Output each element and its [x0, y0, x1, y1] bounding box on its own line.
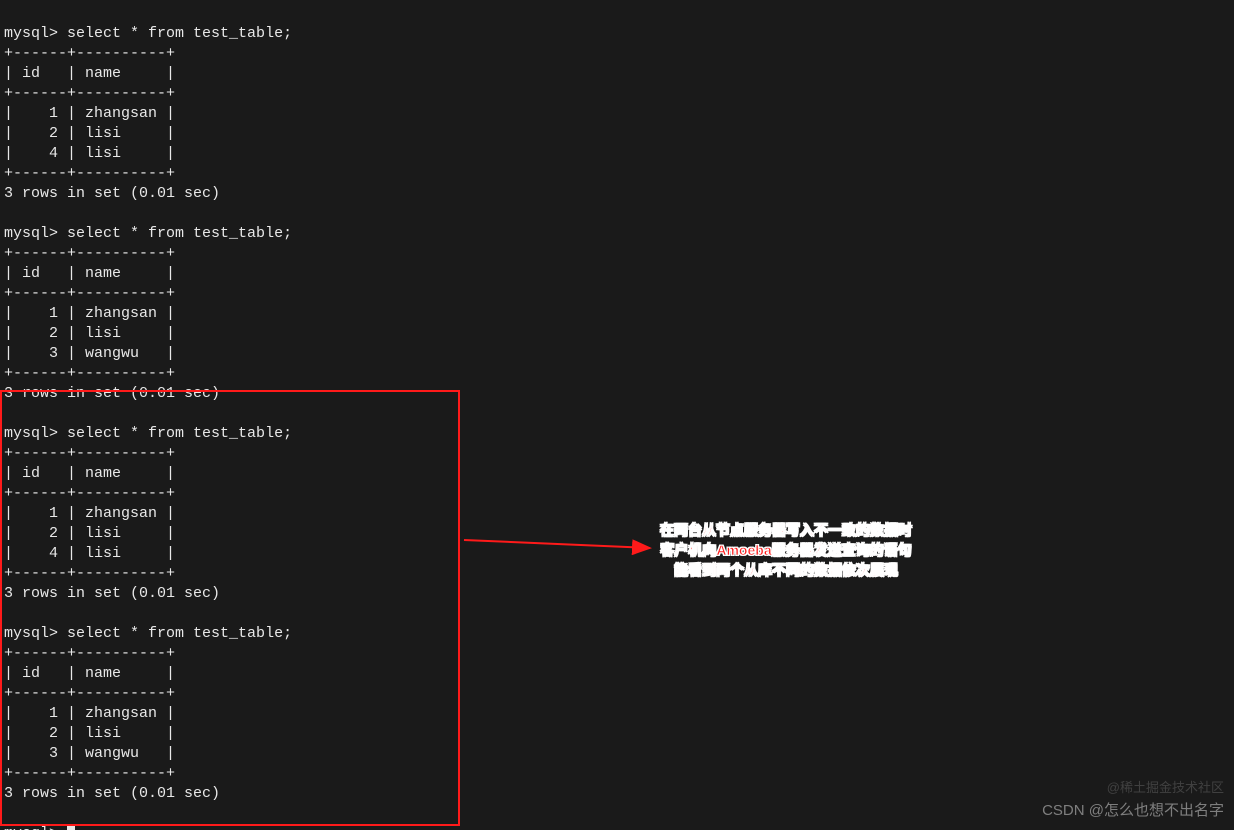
table-row: | 1 | zhangsan |: [4, 705, 175, 722]
table-sep: +------+----------+: [4, 685, 175, 702]
result-msg: 3 rows in set (0.01 sec): [4, 785, 220, 802]
table-sep: +------+----------+: [4, 285, 175, 302]
table-sep: +------+----------+: [4, 165, 175, 182]
result-msg: 3 rows in set (0.01 sec): [4, 385, 220, 402]
table-header: | id | name |: [4, 65, 175, 82]
table-header: | id | name |: [4, 465, 175, 482]
table-row: | 2 | lisi |: [4, 725, 175, 742]
table-row: | 2 | lisi |: [4, 325, 175, 342]
annotation-line: 在两台从节点服务器写入不一致的数据时: [660, 520, 912, 540]
prompt: mysql> select * from test_table;: [4, 25, 292, 42]
table-row: | 2 | lisi |: [4, 125, 175, 142]
prompt: mysql> select * from test_table;: [4, 225, 292, 242]
table-sep: +------+----------+: [4, 565, 175, 582]
prompt: mysql> select * from test_table;: [4, 425, 292, 442]
table-sep: +------+----------+: [4, 765, 175, 782]
result-msg: 3 rows in set (0.01 sec): [4, 585, 220, 602]
table-row: | 1 | zhangsan |: [4, 505, 175, 522]
table-row: | 1 | zhangsan |: [4, 105, 175, 122]
table-sep: +------+----------+: [4, 365, 175, 382]
prompt[interactable]: mysql>: [4, 825, 75, 830]
annotation-line: 客户机向Amoeba服务器发送查询的语句: [660, 540, 912, 560]
annotation-text: 在两台从节点服务器写入不一致的数据时 客户机向Amoeba服务器发送查询的语句 …: [660, 520, 912, 580]
table-sep: +------+----------+: [4, 445, 175, 462]
table-row: | 3 | wangwu |: [4, 345, 175, 362]
table-sep: +------+----------+: [4, 85, 175, 102]
watermark-csdn: CSDN @怎么也想不出名字: [1042, 799, 1224, 820]
table-sep: +------+----------+: [4, 245, 175, 262]
table-row: | 1 | zhangsan |: [4, 305, 175, 322]
table-header: | id | name |: [4, 265, 175, 282]
cursor-icon: [67, 824, 75, 830]
prompt: mysql> select * from test_table;: [4, 625, 292, 642]
watermark-juejin: @稀土掘金技术社区: [1107, 777, 1224, 796]
result-msg: 3 rows in set (0.01 sec): [4, 185, 220, 202]
table-sep: +------+----------+: [4, 45, 175, 62]
terminal-output: mysql> select * from test_table; +------…: [0, 0, 1234, 830]
table-row: | 4 | lisi |: [4, 545, 175, 562]
annotation-line: 能看到两个从库不同的数据依次展现: [660, 560, 912, 580]
table-sep: +------+----------+: [4, 645, 175, 662]
table-row: | 2 | lisi |: [4, 525, 175, 542]
table-header: | id | name |: [4, 665, 175, 682]
table-row: | 3 | wangwu |: [4, 745, 175, 762]
table-sep: +------+----------+: [4, 485, 175, 502]
table-row: | 4 | lisi |: [4, 145, 175, 162]
